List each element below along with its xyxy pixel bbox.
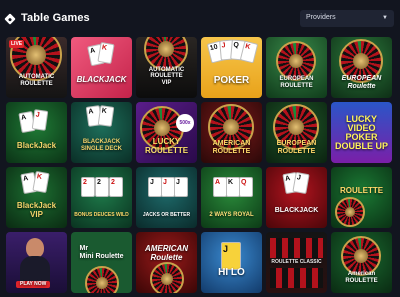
game-tile-title: 2 WAYS ROYAL xyxy=(209,212,254,219)
providers-dropdown[interactable]: Providers ▼ xyxy=(300,10,394,27)
game-tile-title: AUTOMATIC ROULETTE xyxy=(18,74,55,87)
game-tile-hi-lo[interactable]: J HI LO xyxy=(201,232,262,293)
cards-icon: J xyxy=(201,232,262,293)
play-now-button[interactable]: PLAY NOW xyxy=(16,280,51,288)
game-tile-blackjack-single-deck[interactable]: A K BLACKJACK SINGLE DECK xyxy=(71,102,132,163)
game-tile-title: BLACKJACK xyxy=(76,75,127,85)
cards-icon: 2 2 2 xyxy=(71,167,132,228)
page-header: Table Games Providers ▼ xyxy=(0,0,400,38)
game-tile-blackjack-classic[interactable]: A J BlackJack xyxy=(6,102,67,163)
game-tile-american-roulette-3[interactable]: American ROULETTE xyxy=(331,232,392,293)
game-tile-title: EUROPEAN ROULETTE xyxy=(276,140,317,155)
cards-icon: J J J xyxy=(136,167,197,228)
table-games-icon xyxy=(4,13,16,25)
game-tile-title: Mr Mini Roulette xyxy=(79,245,124,260)
game-tile-title: EUROPEAN Roulette xyxy=(341,75,382,90)
game-tile-blackjack[interactable]: A K BLACKJACK xyxy=(71,37,132,98)
game-tile-live-dealer[interactable]: PLAY NOW xyxy=(6,232,67,293)
game-tile-mr-mini-roulette[interactable]: Mr Mini Roulette xyxy=(71,232,132,293)
live-badge: LIVE xyxy=(9,40,25,48)
game-tile-title: BlackJack VIP xyxy=(16,201,57,219)
game-tile-2-ways-royal[interactable]: A K Q 2 WAYS ROYAL xyxy=(201,167,262,228)
game-tile-poker[interactable]: 10 J Q K POKER xyxy=(201,37,262,98)
game-tile-american-roulette-2[interactable]: AMERICAN Roulette xyxy=(136,232,197,293)
game-tile-title: AMERICAN ROULETTE xyxy=(212,140,251,155)
game-tile-blackjack-red[interactable]: A J BLACKJACK xyxy=(266,167,327,228)
game-tile-lucky-roulette[interactable]: 500x LUCKY ROULETTE xyxy=(136,102,197,163)
cards-icon: 10 J Q K xyxy=(201,37,262,98)
game-tile-title: AMERICAN Roulette xyxy=(144,244,189,262)
game-tile-blackjack-vip[interactable]: A K BlackJack VIP xyxy=(6,167,67,228)
cards-icon: A J xyxy=(6,102,67,163)
game-tile-title: BlackJack xyxy=(16,141,57,151)
game-tile-title: ROULETTE CLASSIC xyxy=(271,258,322,265)
game-tile-title: LUCKY VIDEO POKER DOUBLE UP xyxy=(334,113,388,151)
game-tile-title: EUROPEAN ROULETTE xyxy=(279,76,314,89)
providers-dropdown-label: Providers xyxy=(306,14,336,21)
game-tile-european-roulette-2[interactable]: EUROPEAN Roulette xyxy=(331,37,392,98)
cards-icon: A K xyxy=(71,102,132,163)
roulette-wheel-icon xyxy=(331,167,392,228)
page-title: Table Games xyxy=(21,12,90,24)
game-tile-title: POKER xyxy=(213,75,250,87)
game-tile-european-roulette-3[interactable]: EUROPEAN ROULETTE xyxy=(266,102,327,163)
cards-icon: A K Q xyxy=(201,167,262,228)
game-tile-title: HI LO xyxy=(218,267,245,279)
roulette-wheel-icon xyxy=(136,232,197,293)
cards-icon: A J xyxy=(266,167,327,228)
game-tile-lucky-video-poker[interactable]: LUCKY VIDEO POKER DOUBLE UP xyxy=(331,102,392,163)
game-tile-title: JACKS OR BETTER xyxy=(142,211,191,218)
game-tile-bonus-deuces-wild[interactable]: 2 2 2 BONUS DEUCES WILD xyxy=(71,167,132,228)
game-tile-title: AUTOMATIC ROULETTE VIP xyxy=(148,67,185,86)
game-tile-roulette[interactable]: ROULETTE xyxy=(331,167,392,228)
game-tile-title: American ROULETTE xyxy=(345,271,378,284)
multiplier-badge: 500x xyxy=(176,114,194,132)
game-tile-title: ROULETTE xyxy=(339,186,384,196)
chevron-down-icon: ▼ xyxy=(382,15,388,21)
game-tile-american-roulette[interactable]: AMERICAN ROULETTE xyxy=(201,102,262,163)
game-tile-title: BLACKJACK xyxy=(274,206,319,214)
game-tile-roulette-classic[interactable]: ROULETTE CLASSIC xyxy=(266,232,327,293)
roulette-wheel-icon xyxy=(71,232,132,293)
game-tile-european-roulette[interactable]: EUROPEAN ROULETTE xyxy=(266,37,327,98)
game-grid: LIVE AUTOMATIC ROULETTE A K BLACKJACK AU… xyxy=(6,37,392,293)
game-tile-title: LUCKY ROULETTE xyxy=(144,137,189,155)
game-tile-automatic-roulette[interactable]: LIVE AUTOMATIC ROULETTE xyxy=(6,37,67,98)
game-tile-title: BONUS DEUCES WILD xyxy=(74,211,129,218)
game-tile-jacks-or-better[interactable]: J J J JACKS OR BETTER xyxy=(136,167,197,228)
game-tile-automatic-roulette-vip[interactable]: AUTOMATIC ROULETTE VIP xyxy=(136,37,197,98)
game-tile-title: BLACKJACK SINGLE DECK xyxy=(80,139,122,152)
cards-icon: A K xyxy=(71,37,132,98)
